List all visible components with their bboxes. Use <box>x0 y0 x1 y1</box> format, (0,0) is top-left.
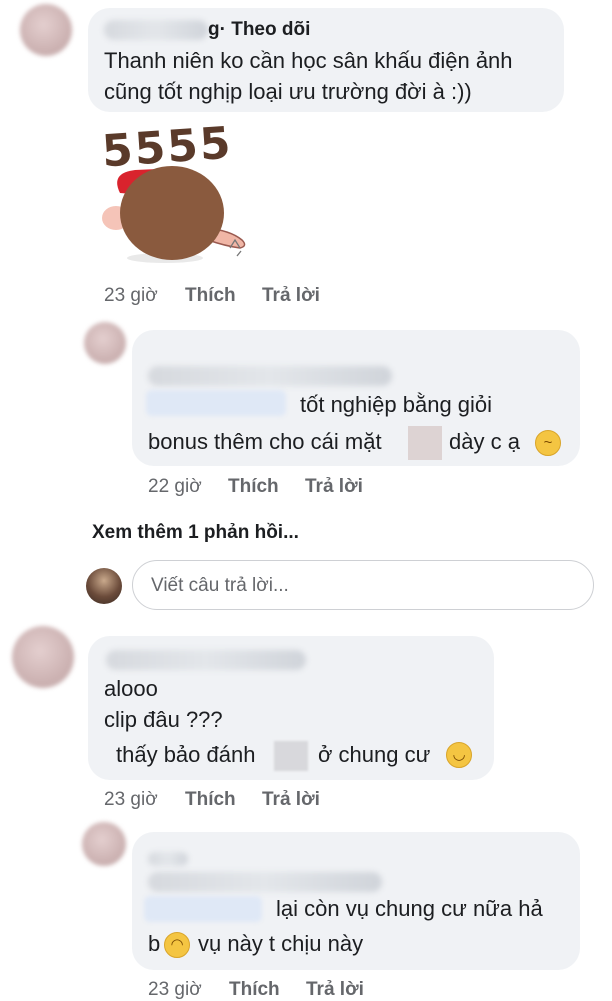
comment-text: alooo <box>104 676 158 701</box>
comment-text: Thanh niên ko cần học sân khấu điện ảnh <box>104 48 513 73</box>
author-name-blurred[interactable] <box>104 20 208 40</box>
reply-button[interactable]: Trả lời <box>306 979 364 1001</box>
reply-text: bonus thêm cho cái mặt <box>148 429 382 454</box>
mention-tag-blurred[interactable] <box>144 896 262 922</box>
reply-author-avatar[interactable] <box>84 322 126 364</box>
reply-button[interactable]: Trả lời <box>262 285 320 307</box>
author-name-blurred[interactable] <box>106 650 306 670</box>
author-name-blurred[interactable] <box>148 852 188 866</box>
woozy-face-emoji-icon: ~ <box>535 430 561 456</box>
reply-text: dày c ạ <box>449 429 520 454</box>
reply-bubble: lại còn vụ chung cư nữa hả b ◠ vụ này t … <box>132 832 580 970</box>
comment-text: cũng tốt nghịp loại ưu trường đời à :)) <box>104 79 472 104</box>
reply-button[interactable]: Trả lời <box>262 789 320 811</box>
sticker-text: 5555 <box>100 117 235 178</box>
censored-word <box>408 426 442 460</box>
timestamp[interactable]: 23 giờ <box>104 789 158 811</box>
reply-input-box[interactable] <box>132 560 594 610</box>
reply-text: vụ này t chịu này <box>198 931 364 956</box>
see-more-replies-link[interactable]: Xem thêm 1 phản hồi... <box>92 522 299 544</box>
worried-face-emoji-icon: ◠ <box>164 932 190 958</box>
reply-text: b <box>148 931 161 956</box>
reply-author-avatar[interactable] <box>82 822 126 866</box>
author-name-blurred[interactable] <box>148 872 382 892</box>
timestamp[interactable]: 22 giờ <box>148 476 202 498</box>
sticker: 5555 <box>90 118 260 273</box>
reply-bubble: tốt nghiệp bằng giỏi bonus thêm cho cái … <box>132 330 580 466</box>
like-button[interactable]: Thích <box>228 476 279 498</box>
comment-text: thấy bảo đánh <box>116 742 256 767</box>
like-button[interactable]: Thích <box>185 789 236 811</box>
comment-author-avatar[interactable] <box>12 626 74 688</box>
timestamp[interactable]: 23 giờ <box>104 285 158 307</box>
smiling-face-emoji-icon: ◡ <box>446 742 472 768</box>
reply-button[interactable]: Trả lời <box>305 476 363 498</box>
reply-text: lại còn vụ chung cư nữa hả <box>276 896 543 921</box>
comment-bubble: g· Theo dõi Thanh niên ko cần học sân kh… <box>88 8 564 112</box>
comment-bubble: alooo clip đâu ??? thấy bảo đánh ở chung… <box>88 636 494 780</box>
current-user-avatar <box>86 568 122 604</box>
comment-author-avatar[interactable] <box>20 4 72 56</box>
reply-input[interactable] <box>149 571 573 601</box>
reply-text: tốt nghiệp bằng giỏi <box>300 392 493 417</box>
mention-tag-blurred[interactable] <box>146 390 286 416</box>
timestamp[interactable]: 23 giờ <box>148 979 202 1001</box>
comment-text: clip đâu ??? <box>104 707 223 732</box>
author-name[interactable]: g <box>208 19 220 40</box>
like-button[interactable]: Thích <box>229 979 280 1001</box>
comment-text: ở chung cư <box>318 742 431 767</box>
like-button[interactable]: Thích <box>185 285 236 307</box>
censored-word <box>274 741 308 771</box>
author-name-header: g· Theo dõi <box>208 19 310 41</box>
author-name-blurred[interactable] <box>148 366 392 386</box>
follow-link[interactable]: · Theo dõi <box>220 19 311 40</box>
